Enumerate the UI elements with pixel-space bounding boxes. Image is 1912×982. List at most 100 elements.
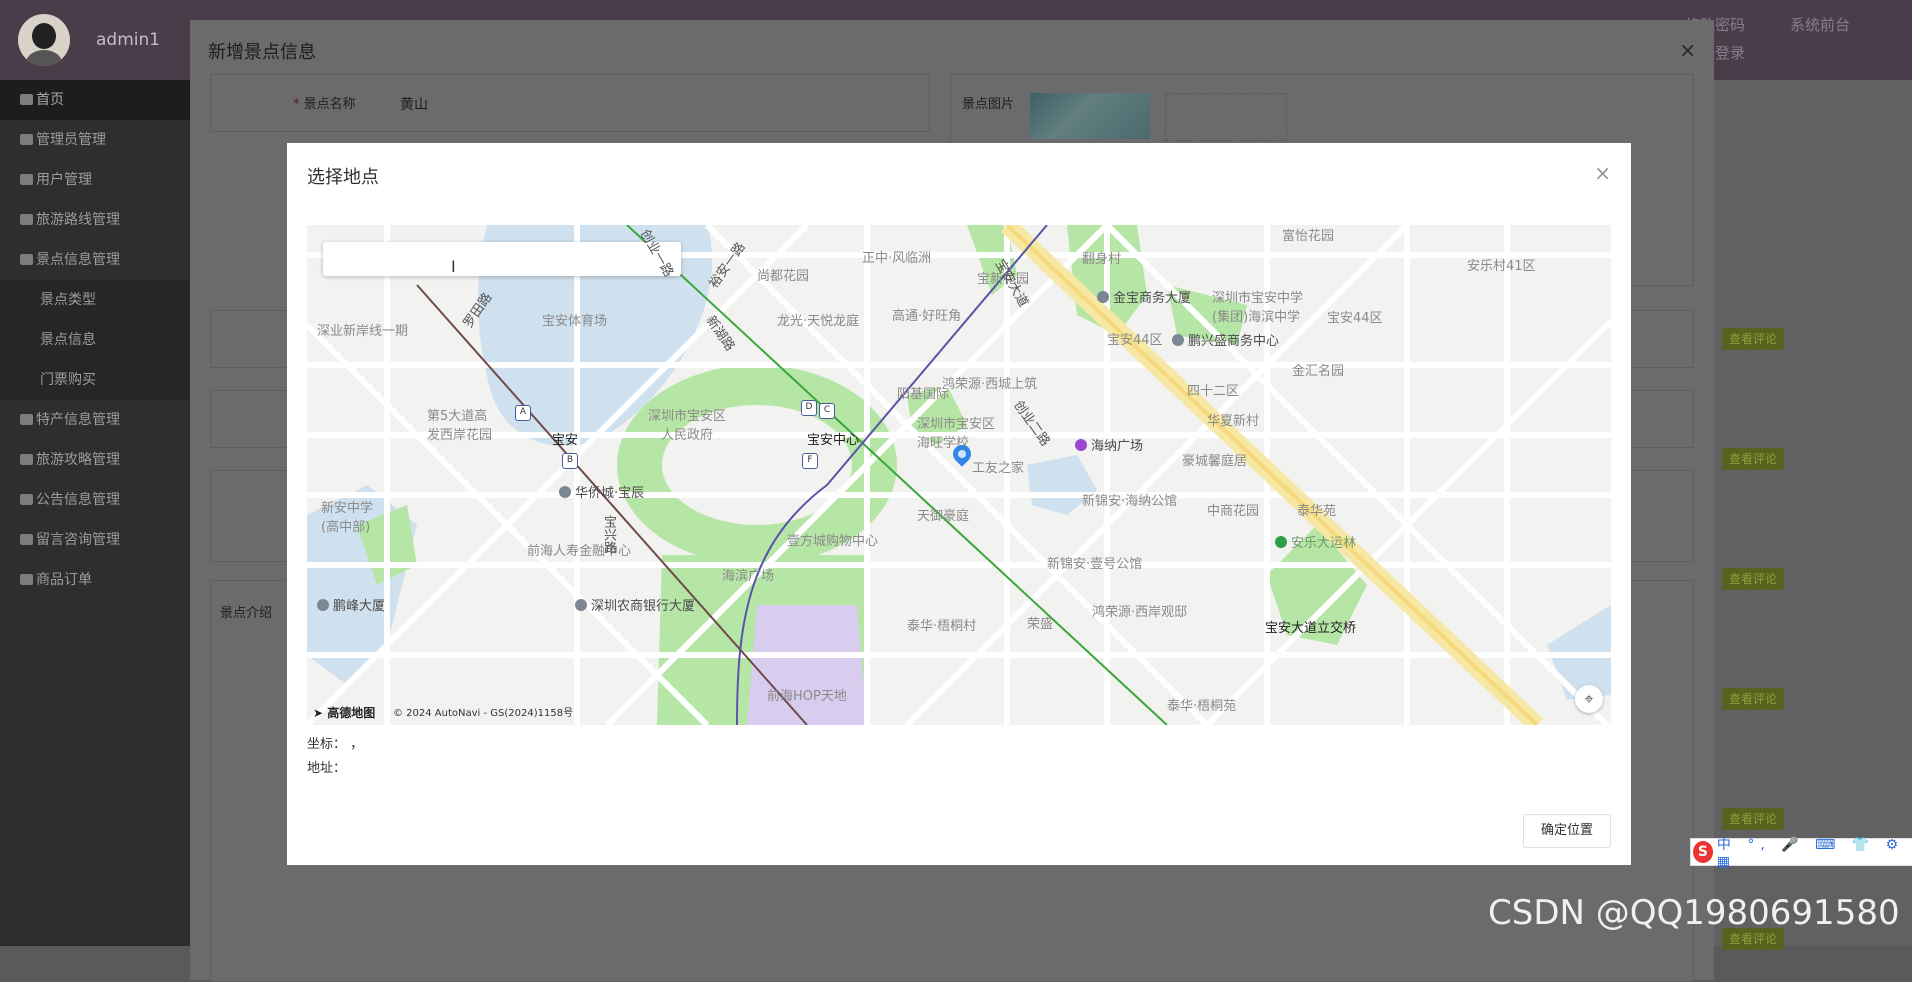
order-icon xyxy=(20,574,33,585)
sidebar: admin1 首页 管理员管理 用户管理 旅游路线管理 景点信息管理 景点类型 … xyxy=(0,0,190,946)
map-canvas xyxy=(307,225,1611,725)
map-label: 前海HOP天地 xyxy=(767,689,847,704)
poi-pengfeng[interactable]: 鹏峰大厦 xyxy=(317,595,385,614)
review-button[interactable]: 查看评论 xyxy=(1722,568,1784,590)
route-icon xyxy=(20,214,33,225)
ime-toolbar[interactable]: S 中 °, 🎤 ⌨ 👕 ⚙ ▦ xyxy=(1690,837,1912,870)
map-label: 鸿荣源·西岸观邸 xyxy=(1092,605,1188,620)
coordinate-text: 坐标： ， xyxy=(307,737,364,752)
poi-rural-bank[interactable]: 深圳农商银行大厦 xyxy=(575,595,695,614)
map-label: 荣盛 xyxy=(1027,617,1054,632)
map-logo: ➤ 高德地图 xyxy=(313,706,376,720)
poi-pin-icon xyxy=(1172,334,1184,346)
map-label: 宝安44区 xyxy=(1327,311,1383,326)
map-label: 海滨广场 xyxy=(722,569,775,584)
poi-haina-plaza[interactable]: 海纳广场 xyxy=(1075,435,1143,454)
avatar[interactable] xyxy=(18,14,70,66)
review-button[interactable]: 查看评论 xyxy=(1722,448,1784,470)
poi-pengxingsheng[interactable]: 鹏兴盛商务中心 xyxy=(1172,330,1279,349)
review-button[interactable]: 查看评论 xyxy=(1722,328,1784,350)
map-label: 安乐村41区 xyxy=(1467,259,1536,274)
map-label: 天御豪庭 xyxy=(917,509,970,524)
map-label: 尚都花园 xyxy=(757,269,810,284)
map-label: 宝安44区 xyxy=(1107,333,1163,348)
poi-baoan-center[interactable]: 宝安中心 xyxy=(807,429,859,448)
sidebar-item-messages[interactable]: 留言咨询管理 xyxy=(0,520,190,560)
sidebar-item-users[interactable]: 用户管理 xyxy=(0,160,190,200)
text-cursor-icon: I xyxy=(451,257,456,276)
image-upload-slot[interactable] xyxy=(1165,93,1287,141)
map-label: 新锦安·壹号公馆 xyxy=(1047,557,1143,572)
review-button[interactable]: 查看评论 xyxy=(1722,688,1784,710)
map-label: 第5大道高发西岸花园 xyxy=(427,409,493,443)
district xyxy=(747,605,867,725)
locate-me-button[interactable]: ⌖ xyxy=(1575,685,1603,713)
map-label: 金汇名园 xyxy=(1292,364,1345,379)
map-label: 工友之家 xyxy=(972,461,1025,476)
map-label: 豪城馨庭居 xyxy=(1182,454,1248,469)
user-icon xyxy=(20,174,33,185)
close-icon[interactable]: × xyxy=(1679,38,1696,62)
sidebar-item-spot-types[interactable]: 景点类型 xyxy=(0,280,190,320)
sidebar-item-notices[interactable]: 公告信息管理 xyxy=(0,480,190,520)
sidebar-item-home[interactable]: 首页 xyxy=(0,80,190,120)
map-label: 正中·风临洲 xyxy=(862,251,932,266)
specialty-icon xyxy=(20,414,33,425)
confirm-location-button[interactable]: 确定位置 xyxy=(1523,814,1611,848)
username: admin1 xyxy=(96,30,161,50)
map-label: 新安中学(高中部) xyxy=(321,501,374,535)
sidebar-item-orders[interactable]: 商品订单 xyxy=(0,560,190,600)
map-label: 翻身村 xyxy=(1082,252,1122,267)
map-label: 深业新岸线一期 xyxy=(317,324,409,339)
poi-baoan-station[interactable]: 宝安 xyxy=(552,429,578,448)
sidebar-item-guides[interactable]: 旅游攻略管理 xyxy=(0,440,190,480)
poi-pin-icon xyxy=(1075,439,1087,451)
poi-jinbao[interactable]: 金宝商务大厦 xyxy=(1097,287,1191,306)
map-label: 壹方城购物中心 xyxy=(787,534,879,549)
map-label: 泰华·梧桐苑 xyxy=(1167,699,1237,714)
sidebar-item-routes[interactable]: 旅游路线管理 xyxy=(0,200,190,240)
poi-oct-baochen[interactable]: 华侨城·宝辰 xyxy=(559,482,644,501)
sidebar-item-tickets[interactable]: 门票购买 xyxy=(0,360,190,400)
sidebar-menu: 首页 管理员管理 用户管理 旅游路线管理 景点信息管理 景点类型 景点信息 门票… xyxy=(0,80,190,600)
map-label: 鸿荣源·西城上筑 xyxy=(942,377,1038,392)
map-label: 中商花园 xyxy=(1207,504,1260,519)
sogou-icon[interactable]: S xyxy=(1693,841,1713,863)
map-copyright: © 2024 AutoNavi - GS(2024)1158号 xyxy=(393,708,574,719)
map-view[interactable]: I 宝安体育场 深圳市宝安区人民政府 海滨广场 壹方城购物中心 新安中学(高中部… xyxy=(307,225,1611,725)
poi-interchange[interactable]: 宝安大道立交桥 xyxy=(1265,617,1356,636)
home-icon xyxy=(20,94,33,105)
sidebar-item-spots[interactable]: 景点信息管理 xyxy=(0,240,190,280)
sidebar-item-admin[interactable]: 管理员管理 xyxy=(0,120,190,160)
notice-icon xyxy=(20,494,33,505)
poi-pin-icon xyxy=(559,486,571,498)
road-label: 宝兴路 xyxy=(601,515,616,554)
spot-icon xyxy=(20,254,33,265)
name-label: * 景点名称 xyxy=(293,97,356,112)
map-label: 华夏新村 xyxy=(1207,414,1260,429)
watermark: CSDN @QQ1980691580 xyxy=(1488,893,1900,933)
guide-icon xyxy=(20,454,33,465)
poi-pin-icon xyxy=(575,599,587,611)
map-search-input[interactable] xyxy=(323,242,681,276)
map-label: 泰华·梧桐村 xyxy=(907,619,977,634)
close-icon[interactable]: × xyxy=(1594,161,1611,185)
map-label: 新锦安·海纳公馆 xyxy=(1082,494,1178,509)
ime-controls[interactable]: 中 °, 🎤 ⌨ 👕 ⚙ ▦ xyxy=(1717,834,1912,870)
user-panel: admin1 xyxy=(0,0,190,80)
sidebar-item-specialties[interactable]: 特产信息管理 xyxy=(0,400,190,440)
poi-pin-icon xyxy=(317,599,329,611)
spot-image-thumbnail[interactable] xyxy=(1030,93,1150,139)
map-label: 泰华苑 xyxy=(1297,504,1337,519)
review-button[interactable]: 查看评论 xyxy=(1722,808,1784,830)
metro-exit-icon: B xyxy=(562,453,578,469)
sidebar-item-spot-info[interactable]: 景点信息 xyxy=(0,320,190,360)
poi-pin-icon xyxy=(1275,536,1287,548)
map-label: 龙光·天悦龙庭 xyxy=(777,314,860,329)
map-label: 四十二区 xyxy=(1187,384,1240,399)
poi-anle[interactable]: 安乐大运林 xyxy=(1275,532,1356,551)
name-input[interactable]: 黄山 xyxy=(400,94,428,114)
address-text: 地址： xyxy=(307,761,347,776)
system-home-link[interactable]: 系统前台 xyxy=(1790,14,1850,35)
map-label: 高通·好旺角 xyxy=(892,309,962,324)
